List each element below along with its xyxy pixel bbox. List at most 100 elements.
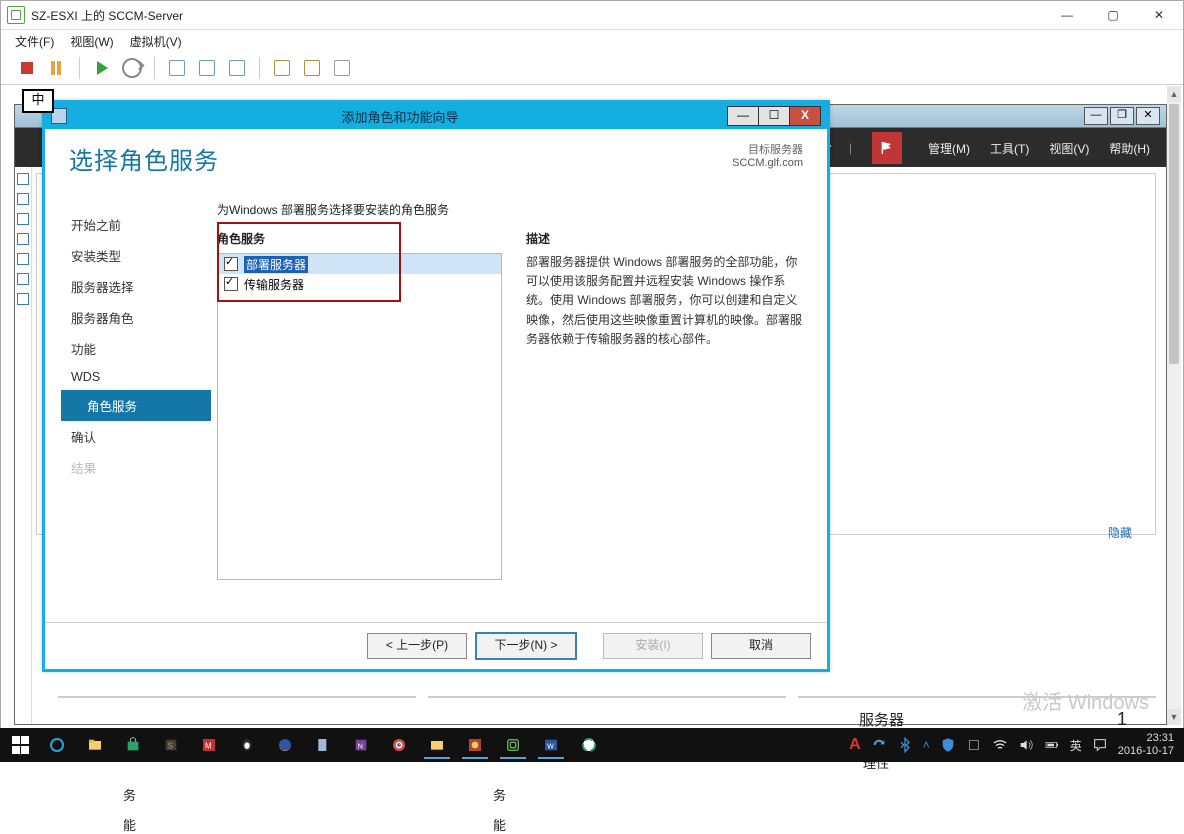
tray-wifi-icon[interactable] [992, 737, 1008, 753]
role-transport-server-label: 传输服务器 [244, 276, 304, 293]
wizard-window-controls: — ☐ X [727, 106, 821, 126]
snapshot-manager-button[interactable] [225, 56, 249, 80]
unity-button[interactable] [300, 56, 324, 80]
tb-chrome-icon[interactable] [382, 731, 416, 759]
nav-server-roles[interactable]: 服务器角色 [61, 302, 211, 333]
tb-onenote-icon[interactable]: N [344, 731, 378, 759]
tile-row-label: 务 [123, 785, 136, 804]
tile[interactable]: 务 能 [58, 696, 416, 698]
pause-button[interactable] [45, 56, 69, 80]
tray-ime-a-icon[interactable]: A [849, 736, 861, 754]
nav-icon[interactable] [17, 193, 29, 205]
sm-tools-menu[interactable]: 工具(T) [990, 140, 1029, 157]
outer-close-button[interactable]: ✕ [1141, 4, 1177, 26]
tray-shield-icon[interactable] [940, 737, 956, 753]
nav-icon[interactable] [17, 273, 29, 285]
sm-help-menu[interactable]: 帮助(H) [1109, 140, 1150, 157]
nav-wds[interactable]: WDS [61, 364, 211, 390]
wizard-main: 为Windows 部署服务选择要安装的角色服务 角色服务 部署服务器 传输服务器 [211, 199, 827, 619]
cancel-button[interactable]: 取消 [711, 633, 811, 659]
tb-firefox-icon[interactable] [268, 731, 302, 759]
wizard-titlebar[interactable]: 添加角色和功能向导 — ☐ X [45, 103, 827, 129]
target-server-info: 目标服务器 SCCM.glf.com [732, 141, 803, 169]
tb-vmware-icon[interactable] [496, 731, 530, 759]
description-text: 部署服务器提供 Windows 部署服务的全部功能，你可以使用该服务配置并远程安… [526, 253, 811, 349]
menu-view[interactable]: 视图(W) [70, 33, 113, 50]
tb-explorer2-icon[interactable] [420, 731, 454, 759]
stop-button[interactable] [15, 56, 39, 80]
menu-vm[interactable]: 虚拟机(V) [130, 33, 182, 50]
outer-scrollbar[interactable]: ▲ ▼ [1166, 86, 1181, 725]
tray-battery-icon[interactable] [1044, 737, 1060, 753]
wizard-close-button[interactable]: X [790, 106, 821, 126]
tile-row-label: 务 [493, 785, 506, 804]
hide-link[interactable]: 隐藏 [1108, 524, 1132, 541]
system-clock[interactable]: 23:31 2016-10-17 [1118, 732, 1174, 758]
outer-minimize-button[interactable]: — [1049, 4, 1085, 26]
sm-manage-menu[interactable]: 管理(M) [928, 140, 970, 157]
tray-sync-icon[interactable] [871, 737, 887, 753]
tray-action-center-icon[interactable] [1092, 737, 1108, 753]
next-button[interactable]: 下一步(N) > [475, 632, 577, 660]
tb-qq-icon[interactable] [230, 731, 264, 759]
tb-store-icon[interactable] [116, 731, 150, 759]
nav-icon[interactable] [17, 213, 29, 225]
role-transport-server[interactable]: 传输服务器 [218, 274, 501, 294]
sm-maximize-button[interactable]: ❐ [1110, 107, 1134, 125]
wizard-maximize-button[interactable]: ☐ [759, 106, 790, 126]
tile[interactable]: 务 能 [428, 696, 786, 698]
tb-file-icon[interactable] [306, 731, 340, 759]
tile-servers[interactable]: 服务器 1 理性 [798, 696, 1156, 698]
scroll-down-arrow[interactable]: ▼ [1167, 709, 1181, 725]
toolbar-separator [79, 57, 80, 79]
clock-time: 23:31 [1118, 732, 1174, 745]
sm-minimize-button[interactable]: — [1084, 107, 1108, 125]
sm-view-menu[interactable]: 视图(V) [1049, 140, 1089, 157]
nav-icon[interactable] [17, 253, 29, 265]
refresh-button[interactable] [120, 56, 144, 80]
server-manager-window-controls: — ❐ ✕ [1084, 107, 1160, 125]
nav-icon[interactable] [17, 293, 29, 305]
snapshot-take-button[interactable] [165, 56, 189, 80]
scroll-up-arrow[interactable]: ▲ [1167, 86, 1181, 102]
tb-tencent-icon[interactable] [572, 731, 606, 759]
nav-install-type[interactable]: 安装类型 [61, 240, 211, 271]
tray-vmware-tools-icon[interactable] [966, 737, 982, 753]
tray-chevron-up-icon[interactable]: ˄ [923, 738, 930, 752]
tray-language-indicator[interactable]: 英 [1070, 737, 1082, 754]
tray-bluetooth-icon[interactable] [897, 737, 913, 753]
nav-features[interactable]: 功能 [61, 333, 211, 364]
tb-explorer-icon[interactable] [78, 731, 112, 759]
previous-button[interactable]: < 上一步(P) [367, 633, 467, 659]
outer-title: SZ-ESXI 上的 SCCM-Server [31, 7, 1049, 24]
menu-file[interactable]: 文件(F) [15, 33, 54, 50]
tb-edge-icon[interactable] [40, 731, 74, 759]
nav-confirm[interactable]: 确认 [61, 421, 211, 452]
wizard-description: 为Windows 部署服务选择要安装的角色服务 [217, 201, 811, 218]
nav-role-services[interactable]: 角色服务 [61, 390, 211, 421]
sm-close-button[interactable]: ✕ [1136, 107, 1160, 125]
wizard-minimize-button[interactable]: — [727, 106, 759, 126]
ime-badge[interactable]: 中 [22, 89, 54, 113]
nav-icon[interactable] [17, 173, 29, 185]
play-button[interactable] [90, 56, 114, 80]
tb-sublime-icon[interactable]: S [154, 731, 188, 759]
tb-snagit-icon[interactable] [458, 731, 492, 759]
nav-server-selection[interactable]: 服务器选择 [61, 271, 211, 302]
scroll-thumb[interactable] [1169, 104, 1179, 364]
tb-word-icon[interactable]: W [534, 731, 568, 759]
tb-red-m-icon[interactable]: M [192, 731, 226, 759]
checkbox-transport-server[interactable] [224, 277, 238, 291]
nav-before-you-begin[interactable]: 开始之前 [61, 209, 211, 240]
connect-device-button[interactable] [330, 56, 354, 80]
fullscreen-button[interactable] [270, 56, 294, 80]
outer-toolbar [1, 52, 1183, 85]
role-deploy-server[interactable]: 部署服务器 [218, 254, 501, 274]
nav-icon[interactable] [17, 233, 29, 245]
start-button[interactable] [6, 730, 36, 760]
notifications-flag-icon[interactable] [872, 132, 902, 164]
tray-volume-icon[interactable] [1018, 737, 1034, 753]
snapshot-revert-button[interactable] [195, 56, 219, 80]
checkbox-deploy-server[interactable] [224, 257, 238, 271]
outer-maximize-button[interactable]: ▢ [1095, 4, 1131, 26]
